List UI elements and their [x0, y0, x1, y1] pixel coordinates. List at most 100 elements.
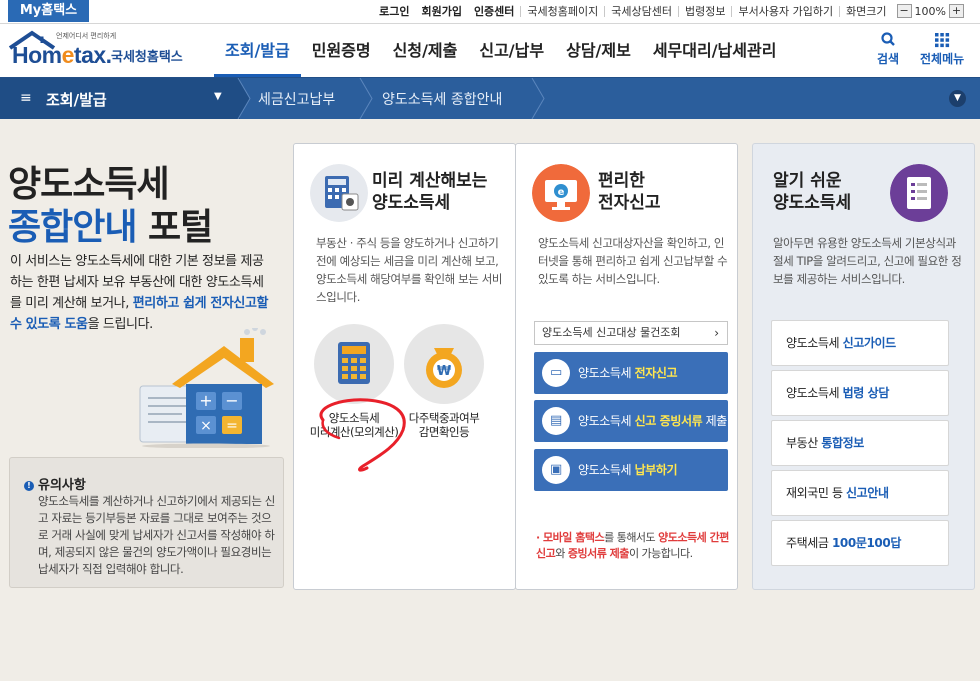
tax-counsel-link[interactable]: 국세상담센터	[605, 3, 678, 19]
zoom-in-button[interactable]: +	[949, 4, 964, 18]
calculator-icon	[338, 342, 370, 384]
multi-home-check-button[interactable]: ₩	[404, 324, 484, 404]
grid-menu-icon	[935, 33, 950, 48]
breadcrumb: ≡ 조회/발급 ▼ 세금신고납부 양도소득세 종합안내 ▼	[0, 77, 980, 119]
panel-simulation-title: 미리 계산해보는 양도소득세	[372, 170, 487, 214]
breadcrumb-level3[interactable]: 양도소득세 종합안내	[382, 89, 502, 109]
filing-guide-label: 양도소득세	[786, 336, 843, 350]
search-icon	[881, 32, 895, 46]
hometax-logo[interactable]: 언제어디서 편리하게 Hometax. 국세청홈택스	[8, 30, 198, 72]
nav-consult-report[interactable]: 상담/제보	[555, 24, 642, 77]
nav-filing-payment[interactable]: 신고/납부	[468, 24, 555, 77]
panel-easy-guide-title: 알기 쉬운 양도소득세	[773, 170, 851, 214]
payment-card-icon: ▣	[542, 456, 570, 484]
breadcrumb-separator-icon	[531, 78, 545, 119]
submit-documents-label: 양도소득세	[578, 414, 635, 428]
logo-e-text: e	[61, 42, 75, 68]
info-icon: !	[24, 481, 34, 491]
panel-easy-guide-title-line2: 양도소득세	[773, 193, 852, 213]
payment-label: 양도소득세	[578, 463, 635, 477]
svg-text:₩: ₩	[437, 364, 452, 379]
note-text-3: 이 가능합니다.	[628, 547, 693, 560]
nav-application-submit[interactable]: 신청/제출	[382, 24, 469, 77]
nts-homepage-link[interactable]: 국세청홈페이지	[521, 3, 604, 19]
housing-tax-qa-link[interactable]: 주택세금 100문100답	[771, 520, 949, 566]
breadcrumb-root-dropdown[interactable]: ≡ 조회/발급 ▼	[0, 78, 240, 119]
breadcrumb-separator-icon	[237, 78, 251, 119]
panel-simulation-title-line2: 양도소득세	[372, 193, 451, 213]
signup-link[interactable]: 회원가입	[415, 3, 467, 19]
payment-button[interactable]: ▣ 양도소득세 납부하기	[534, 449, 728, 491]
zoom-control: − 100% +	[896, 4, 964, 18]
housing-tax-qa-label: 주택세금	[786, 536, 832, 550]
e-filing-highlight: 전자신고	[634, 366, 678, 380]
utility-links: 로그인 회원가입 인증센터 국세청홈페이지 국세상담센터 법령정보 부서사용자 …	[373, 3, 964, 19]
chevron-right-icon: ›	[714, 326, 719, 340]
page-title-line2: 종합안내 포털	[8, 198, 213, 250]
svg-text:−: −	[225, 391, 238, 410]
note-bullet: ·	[536, 531, 544, 544]
document-tray-icon: ▤	[542, 407, 570, 435]
pre-calculation-button[interactable]	[314, 324, 394, 404]
my-hometax-tab[interactable]: My홈택스	[8, 0, 89, 22]
panel-e-filing: e 편리한 전자신고 양도소득세 신고대상자산을 확인하고, 인터넷을 통해 편…	[515, 143, 738, 590]
housing-tax-qa-highlight: 100문100답	[831, 536, 901, 550]
hamburger-icon: ≡	[20, 90, 32, 106]
real-estate-info-highlight: 통합정보	[821, 436, 864, 450]
law-consult-link[interactable]: 양도소득세 법령 상담	[771, 370, 949, 416]
svg-text:+: +	[199, 391, 212, 410]
submit-documents-end: 제출	[702, 414, 728, 428]
panel-e-filing-title: 편리한 전자신고	[598, 170, 661, 214]
dept-user-join-link[interactable]: 부서사용자 가입하기	[732, 3, 839, 19]
note-text-2: 와	[555, 547, 568, 560]
logo-korean-name: 국세청홈택스	[111, 50, 183, 65]
panel-easy-guide-desc: 알아두면 유용한 양도소득세 기본상식과 절세 TIP을 알려드리고, 신고에 …	[773, 236, 962, 286]
all-menu-button[interactable]: 전체메뉴	[920, 30, 964, 67]
page-title-highlight: 종합안내	[8, 207, 137, 248]
notice-box: ! 유의사항 양도소득세를 계산하거나 신고하기에서 제공되는 신고 자료는 등기…	[9, 457, 284, 588]
breadcrumb-level2[interactable]: 세금신고납부	[258, 89, 335, 109]
panel-e-filing-title-line1: 편리한	[598, 171, 645, 191]
note-text-1: 를 통해서도	[604, 531, 659, 544]
screen-size-label: 화면크기	[846, 5, 887, 18]
payment-highlight: 납부하기	[634, 463, 678, 477]
notice-body: 양도소득세를 계산하거나 신고하기에서 제공되는 신고 자료는 등기부등본 자료…	[38, 494, 275, 576]
nav-agent-management[interactable]: 세무대리/납세관리	[642, 24, 788, 77]
multi-home-check-label[interactable]: 다주택중과여부 감면확인등	[398, 411, 490, 439]
pre-calculation-label-line1: 양도소득세	[328, 411, 380, 425]
all-menu-label: 전체메뉴	[920, 52, 965, 66]
cert-center-link[interactable]: 인증센터	[468, 3, 520, 19]
page-title-rest: 포털	[136, 207, 213, 248]
search-label: 검색	[877, 52, 900, 66]
asset-lookup-label: 양도소득세 신고대상 물건조회	[542, 326, 681, 339]
note-mobile-hometax: 모바일 홈택스	[543, 531, 605, 544]
login-link[interactable]: 로그인	[373, 3, 415, 19]
checklist-icon	[890, 164, 948, 222]
submit-documents-button[interactable]: ▤ 양도소득세 신고 증빙서류 제출	[534, 400, 728, 442]
mobile-hometax-note: · 모바일 홈택스를 통해서도 양도소득세 간편신고와 증빙서류 제출이 가능합…	[536, 530, 732, 562]
asset-lookup-link[interactable]: 양도소득세 신고대상 물건조회 ›	[534, 321, 728, 345]
nav-civil-certificate[interactable]: 민원증명	[301, 24, 382, 77]
e-filing-label: 양도소득세	[578, 366, 635, 380]
money-bag-icon: ₩	[426, 348, 462, 388]
e-filing-monitor-icon: e	[532, 164, 590, 222]
panel-easy-guide: 알기 쉬운 양도소득세 알아두면 유용한 양도소득세 기본상식과 절세 TIP을…	[752, 143, 975, 590]
law-info-link[interactable]: 법령정보	[679, 3, 731, 19]
pre-calculation-label-line2: 미리계산(모의계산)	[309, 425, 399, 439]
logo-home-text: Hom	[12, 42, 62, 68]
submit-documents-highlight: 신고 증빙서류	[634, 414, 703, 428]
logo-tax-text: tax.	[73, 42, 112, 68]
filing-guide-link[interactable]: 양도소득세 신고가이드	[771, 320, 949, 366]
multi-home-check-label-line2: 감면확인등	[418, 425, 470, 439]
real-estate-info-link[interactable]: 부동산 통합정보	[771, 420, 949, 466]
note-documents: 증빙서류 제출	[567, 547, 630, 560]
pre-calculation-label[interactable]: 양도소득세 미리계산(모의계산)	[306, 411, 402, 439]
e-filing-button[interactable]: ▭ 양도소득세 전자신고	[534, 352, 728, 394]
search-button[interactable]: 검색	[877, 30, 899, 67]
overseas-filing-link[interactable]: 재외국민 등 신고안내	[771, 470, 949, 516]
breadcrumb-expand-icon[interactable]: ▼	[949, 90, 966, 107]
zoom-out-button[interactable]: −	[896, 4, 912, 18]
panel-simulation-desc: 부동산 · 주식 등을 양도하거나 신고하기 전에 예상되는 세금을 미리 계산…	[316, 236, 503, 304]
nav-inquiry-issuance[interactable]: 조회/발급	[214, 24, 301, 77]
real-estate-info-label: 부동산	[786, 436, 822, 450]
